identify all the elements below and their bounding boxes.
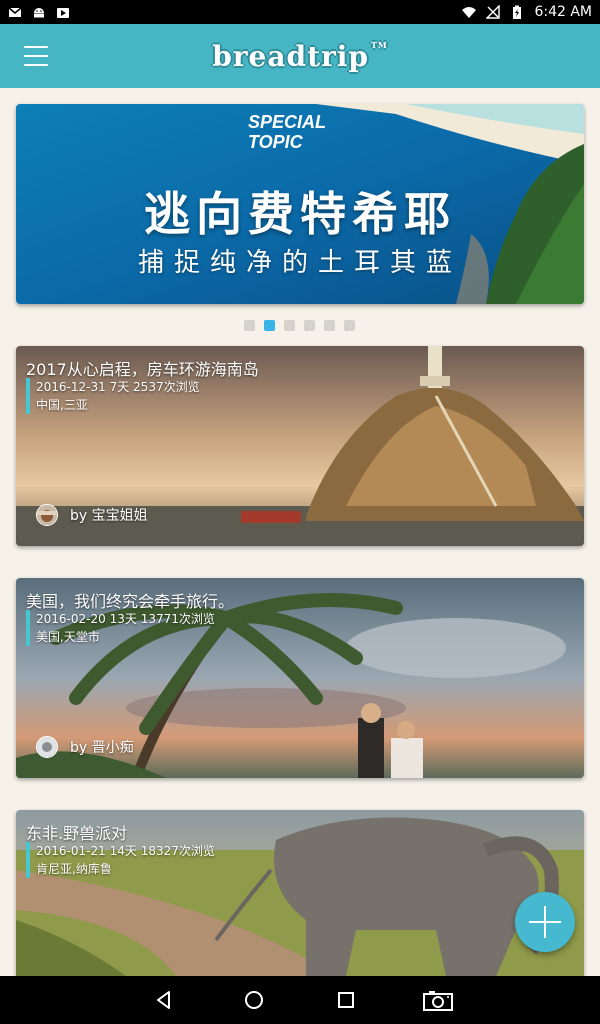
status-bar: 6:42 AM <box>0 0 600 24</box>
trip-location: 肯尼亚,纳库鲁 <box>36 862 112 876</box>
avatar[interactable] <box>36 736 58 758</box>
trip-meta: 2016-01-21 14天 18327次浏览 肯尼亚,纳库鲁 <box>26 842 215 878</box>
breadtrip-logo: breadtrip TM <box>212 39 388 73</box>
pager-dot[interactable] <box>244 320 255 331</box>
trip-views: 13771次浏览 <box>140 612 215 626</box>
app-bar: breadtrip TM <box>0 24 600 88</box>
play-store-icon <box>57 8 69 18</box>
system-nav-bar <box>0 976 600 1024</box>
trip-location: 美国,天堂市 <box>36 630 100 644</box>
home-icon[interactable] <box>242 988 266 1012</box>
author-name: 晋小痴 <box>91 740 134 756</box>
back-icon[interactable] <box>152 988 176 1012</box>
trip-location: 中国,三亚 <box>36 398 88 412</box>
trip-date: 2016-12-31 <box>36 380 106 394</box>
battery-icon <box>513 5 522 19</box>
trip-date: 2016-01-21 <box>36 844 106 858</box>
gmail-icon <box>8 7 22 17</box>
banner-pager-dots <box>244 320 355 331</box>
trip-author[interactable]: by 宝宝姐姐 <box>36 504 148 526</box>
special-topic-badge: SPECIAL TOPIC <box>248 112 327 152</box>
trip-days: 13天 <box>109 612 137 626</box>
trip-card[interactable]: 2017从心启程，房车环游海南岛 2016-12-31 7天 2537次浏览 中… <box>16 346 584 546</box>
banner-title: 逃向费特希耶 <box>144 187 456 241</box>
pager-dot-active[interactable] <box>264 320 275 331</box>
no-signal-icon <box>486 5 501 19</box>
banner-subtitle: 捕捉纯净的土耳其蓝 <box>137 248 462 278</box>
trip-meta: 2016-12-31 7天 2537次浏览 中国,三亚 <box>26 378 200 414</box>
author-name: 宝宝姐姐 <box>91 508 148 524</box>
trip-author[interactable]: by 晋小痴 <box>36 736 134 758</box>
trip-title: 2017从心启程，房车环游海南岛 <box>26 360 259 379</box>
trip-views: 18327次浏览 <box>140 844 215 858</box>
android-icon <box>34 8 44 18</box>
trip-title: 东非.野兽派对 <box>26 824 128 843</box>
pager-dot[interactable] <box>304 320 315 331</box>
trip-days: 7天 <box>109 380 130 394</box>
clock: 6:42 AM <box>534 4 592 20</box>
trip-views: 2537次浏览 <box>133 380 200 394</box>
wifi-icon <box>462 7 477 18</box>
pager-dot[interactable] <box>324 320 335 331</box>
special-topic-banner[interactable]: SPECIAL TOPIC 逃向费特希耶 捕捉纯净的土耳其蓝 <box>16 104 584 304</box>
avatar[interactable] <box>36 504 58 526</box>
trip-days: 14天 <box>109 844 137 858</box>
trip-meta: 2016-02-20 13天 13771次浏览 美国,天堂市 <box>26 610 215 646</box>
trip-card[interactable]: 美国，我们终究会牵手旅行。 2016-02-20 13天 13771次浏览 美国… <box>16 578 584 778</box>
trip-card[interactable]: 东非.野兽派对 2016-01-21 14天 18327次浏览 肯尼亚,纳库鲁 <box>16 810 584 976</box>
add-trip-button[interactable] <box>515 892 575 952</box>
pager-dot[interactable] <box>344 320 355 331</box>
trip-date: 2016-02-20 <box>36 612 106 626</box>
trip-title: 美国，我们终究会牵手旅行。 <box>26 592 235 611</box>
hamburger-menu-icon[interactable] <box>24 46 48 66</box>
pager-dot[interactable] <box>284 320 295 331</box>
camera-icon[interactable] <box>422 988 454 1012</box>
recents-icon[interactable] <box>334 988 358 1012</box>
